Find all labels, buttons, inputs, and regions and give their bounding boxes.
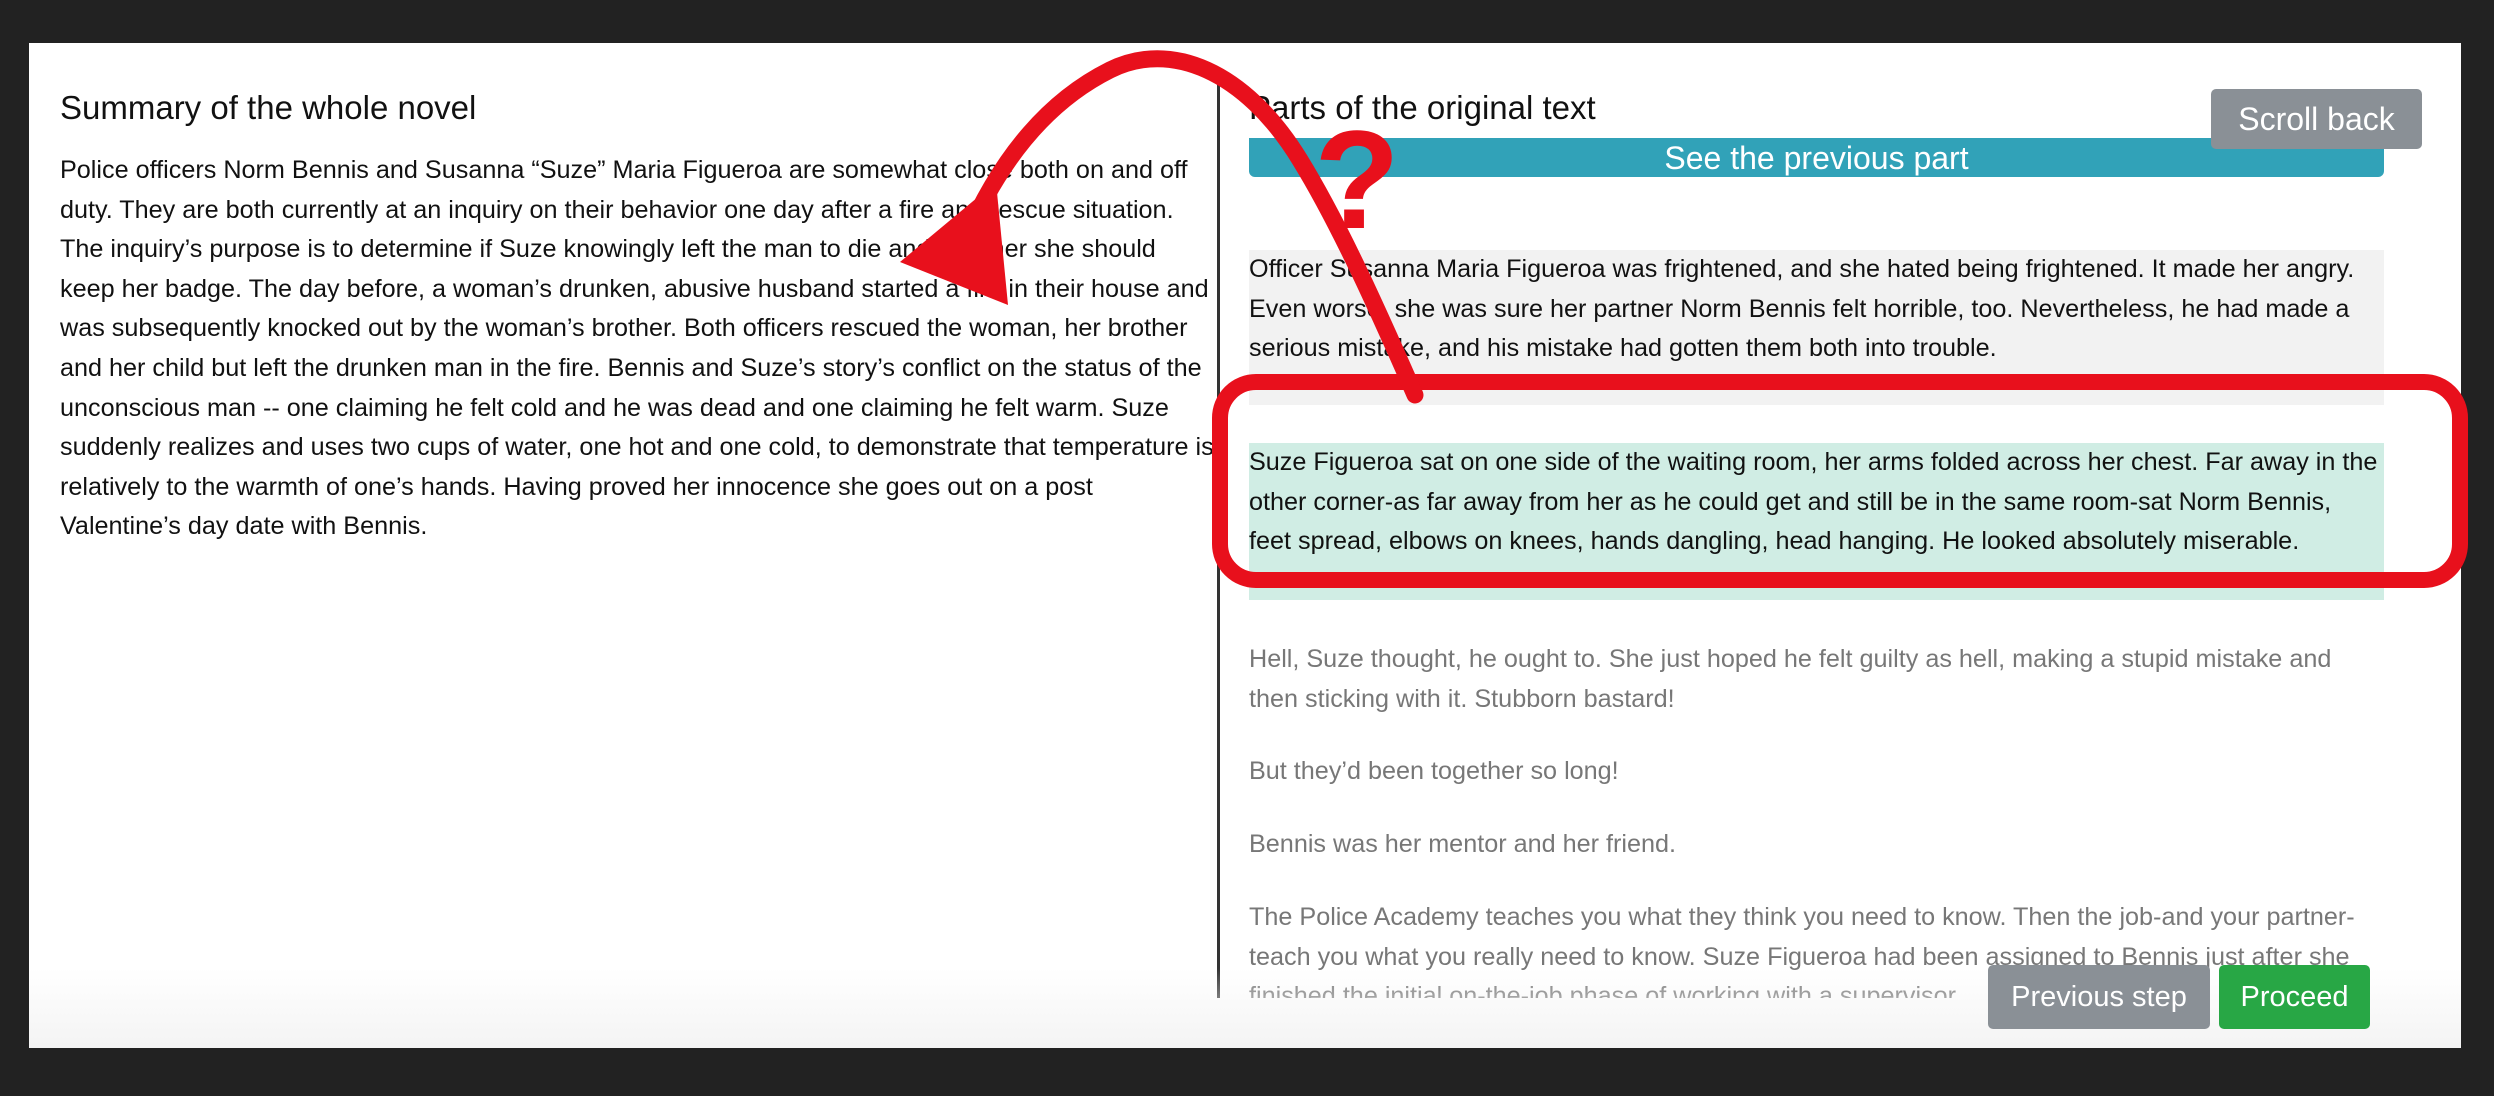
paragraph: Bennis was her mentor and her friend.: [1249, 830, 1677, 858]
see-previous-part-label: See the previous part: [1664, 139, 1969, 176]
summary-title: Summary of the whole novel: [60, 89, 477, 126]
proceed-button[interactable]: Proceed: [2219, 965, 2370, 1029]
paragraph-a: Officer Susanna Maria Figueroa was frigh…: [1249, 250, 2384, 405]
paragraph-b: Suze Figueroa sat on one side of the wai…: [1249, 443, 2384, 600]
scroll-back-button[interactable]: Scroll back: [2211, 89, 2422, 149]
app-frame: Summary of the whole novel Police office…: [29, 43, 2461, 1048]
paragraph: But they’d been together so long!: [1249, 757, 1619, 785]
previous-step-button[interactable]: Previous step: [1988, 965, 2210, 1029]
original-text-title: Parts of the original text: [1249, 89, 1596, 126]
original-text-scroll-area[interactable]: See the previous part Officer Susanna Ma…: [1219, 138, 2461, 998]
novel-summary-text: Police officers Norm Bennis and Susanna …: [60, 156, 1214, 541]
paragraph: Hell, Suze thought, he ought to. She jus…: [1249, 645, 2332, 713]
